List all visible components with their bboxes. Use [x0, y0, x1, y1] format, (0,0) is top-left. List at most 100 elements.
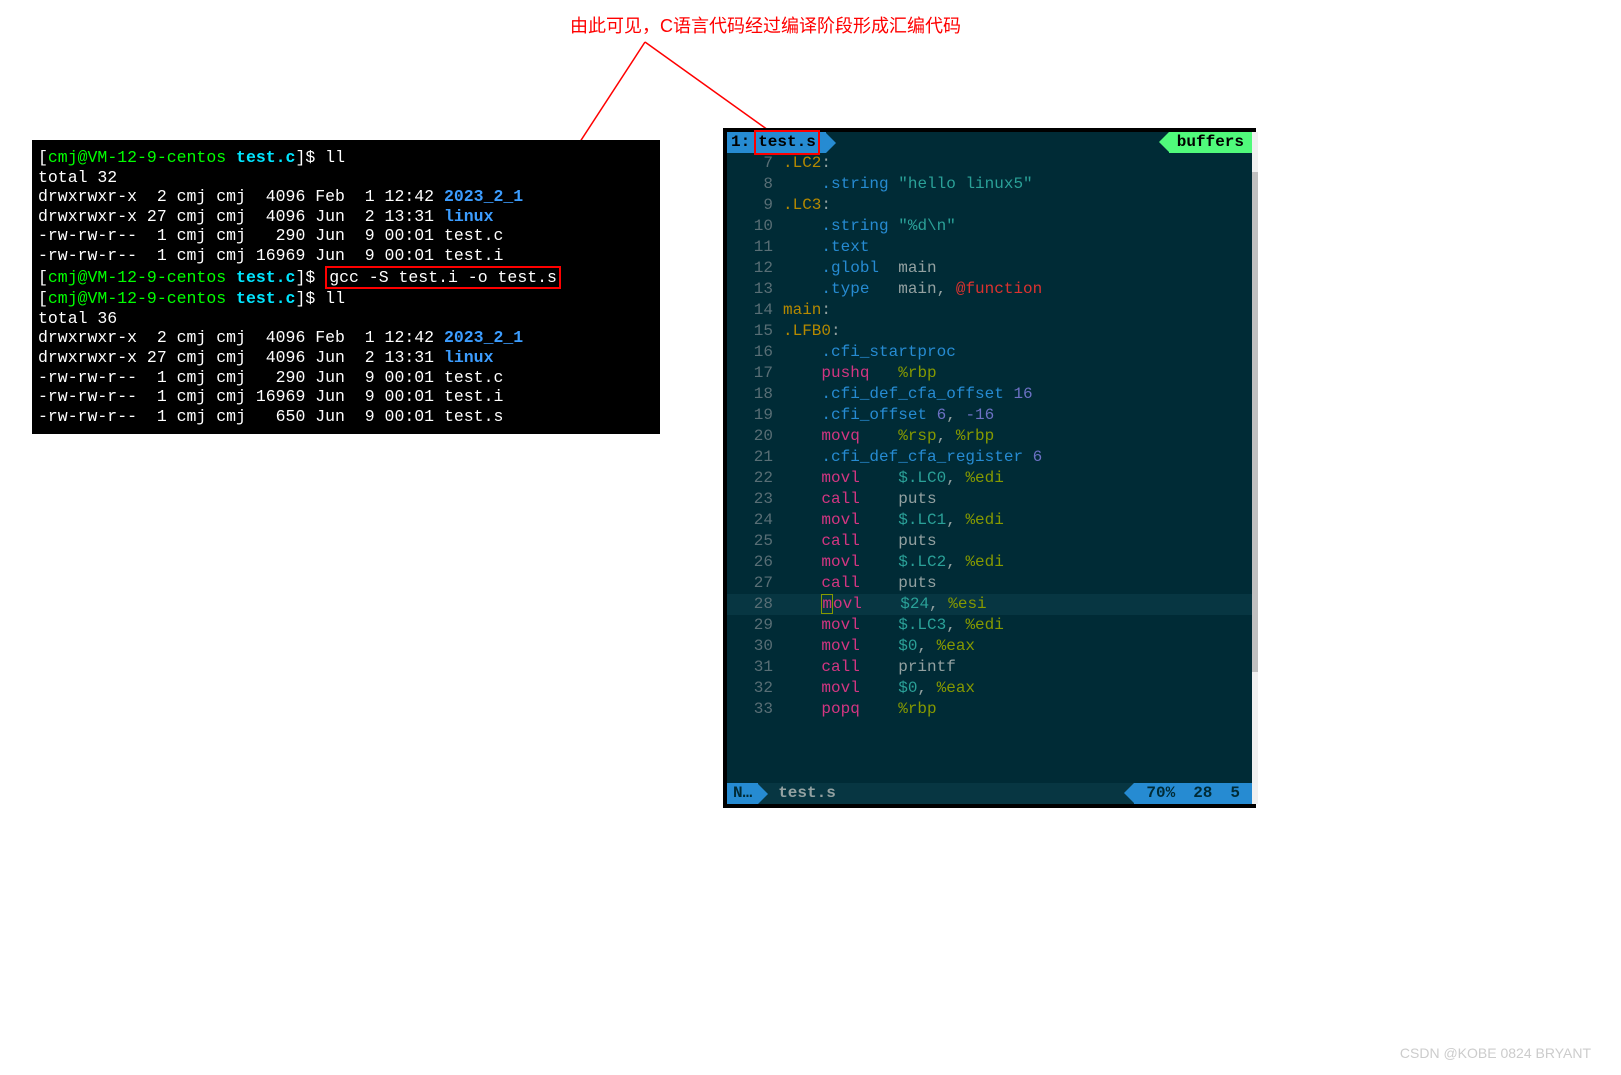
status-line: 28 [1193, 783, 1212, 804]
line-number: 13 [727, 279, 783, 300]
code-content: movl $.LC1, %edi [783, 510, 1004, 531]
code-line: 31 call printf [727, 657, 1252, 678]
code-line: 9.LC3: [727, 195, 1252, 216]
code-content: movl $24, %esi [783, 594, 987, 615]
code-content: movl $0, %eax [783, 678, 975, 699]
code-content: .string "%d\n" [783, 216, 956, 237]
code-line: 32 movl $0, %eax [727, 678, 1252, 699]
code-content: call printf [783, 657, 956, 678]
terminal-line: -rw-rw-r-- 1 cmj cmj 16969 Jun 9 00:01 t… [38, 246, 654, 266]
terminal-line: -rw-rw-r-- 1 cmj cmj 290 Jun 9 00:01 tes… [38, 368, 654, 388]
code-line: 21 .cfi_def_cfa_register 6 [727, 447, 1252, 468]
line-number: 14 [727, 300, 783, 321]
terminal-line: [cmj@VM-12-9-centos test.c]$ gcc -S test… [38, 266, 654, 290]
code-line: 26 movl $.LC2, %edi [727, 552, 1252, 573]
status-percent: 70% [1146, 783, 1175, 804]
code-content: popq %rbp [783, 699, 937, 720]
code-line: 33 popq %rbp [727, 699, 1252, 720]
tab-index: 1: [731, 132, 750, 153]
code-line: 10 .string "%d\n" [727, 216, 1252, 237]
line-number: 28 [727, 594, 783, 615]
terminal-window[interactable]: [cmj@VM-12-9-centos test.c]$ lltotal 32d… [32, 140, 660, 434]
line-number: 31 [727, 657, 783, 678]
code-content: .LC2: [783, 153, 831, 174]
code-line: 7.LC2: [727, 153, 1252, 174]
code-line: 25 call puts [727, 531, 1252, 552]
line-number: 7 [727, 153, 783, 174]
buffers-label: buffers [1169, 132, 1252, 153]
code-content: .cfi_offset 6, -16 [783, 405, 994, 426]
code-line: 14main: [727, 300, 1252, 321]
editor-active-tab[interactable]: 1: test.s [727, 132, 826, 153]
line-number: 9 [727, 195, 783, 216]
code-content: .text [783, 237, 869, 258]
line-number: 20 [727, 426, 783, 447]
code-content: main: [783, 300, 831, 321]
annotation-text: 由此可见，C语言代码经过编译阶段形成汇编代码 [570, 12, 961, 38]
status-col: 5 [1230, 783, 1240, 804]
buffers-indicator[interactable]: buffers [1159, 132, 1252, 153]
code-line: 16 .cfi_startproc [727, 342, 1252, 363]
terminal-line: [cmj@VM-12-9-centos test.c]$ ll [38, 148, 654, 168]
code-content: .LC3: [783, 195, 831, 216]
line-number: 22 [727, 468, 783, 489]
mode-arrow-icon [758, 784, 768, 804]
line-number: 12 [727, 258, 783, 279]
code-content: .globl main [783, 258, 937, 279]
line-number: 24 [727, 510, 783, 531]
code-content: movl $.LC3, %edi [783, 615, 1004, 636]
buffers-arrow-icon [1159, 132, 1169, 152]
line-number: 32 [727, 678, 783, 699]
terminal-line: -rw-rw-r-- 1 cmj cmj 650 Jun 9 00:01 tes… [38, 407, 654, 427]
line-number: 33 [727, 699, 783, 720]
editor-scrollbar[interactable] [1252, 132, 1258, 804]
line-number: 11 [727, 237, 783, 258]
editor-tab-bar: 1: test.s buffers [727, 132, 1252, 153]
code-content: .LFB0: [783, 321, 841, 342]
line-number: 15 [727, 321, 783, 342]
code-content: pushq %rbp [783, 363, 937, 384]
code-content: call puts [783, 573, 937, 594]
code-content: .type main, @function [783, 279, 1042, 300]
line-number: 16 [727, 342, 783, 363]
code-content: movq %rsp, %rbp [783, 426, 994, 447]
code-content: .cfi_startproc [783, 342, 956, 363]
line-number: 23 [727, 489, 783, 510]
terminal-line: drwxrwxr-x 27 cmj cmj 4096 Jun 2 13:31 l… [38, 207, 654, 227]
code-line: 28 movl $24, %esi [727, 594, 1252, 615]
code-content: .cfi_def_cfa_register 6 [783, 447, 1042, 468]
terminal-line: [cmj@VM-12-9-centos test.c]$ ll [38, 289, 654, 309]
code-line: 8 .string "hello linux5" [727, 174, 1252, 195]
status-arrow-icon [1124, 783, 1134, 803]
watermark: CSDN @KOBE 0824 BRYANT [1400, 1045, 1591, 1061]
scrollbar-thumb[interactable] [1252, 172, 1258, 672]
code-line: 17 pushq %rbp [727, 363, 1252, 384]
line-number: 8 [727, 174, 783, 195]
code-line: 27 call puts [727, 573, 1252, 594]
code-content: call puts [783, 489, 937, 510]
code-content: call puts [783, 531, 937, 552]
code-line: 12 .globl main [727, 258, 1252, 279]
code-area[interactable]: 7.LC2:8 .string "hello linux5"9.LC3:10 .… [727, 153, 1252, 720]
code-line: 13 .type main, @function [727, 279, 1252, 300]
terminal-line: drwxrwxr-x 2 cmj cmj 4096 Feb 1 12:42 20… [38, 187, 654, 207]
code-line: 20 movq %rsp, %rbp [727, 426, 1252, 447]
code-line: 11 .text [727, 237, 1252, 258]
editor-window[interactable]: 1: test.s buffers 7.LC2:8 .string "hello… [723, 128, 1256, 808]
code-line: 23 call puts [727, 489, 1252, 510]
tab-filename: test.s [754, 130, 820, 155]
code-line: 24 movl $.LC1, %edi [727, 510, 1252, 531]
tab-arrow-icon [826, 133, 836, 153]
line-number: 29 [727, 615, 783, 636]
terminal-line: total 32 [38, 168, 654, 188]
line-number: 18 [727, 384, 783, 405]
code-line: 15.LFB0: [727, 321, 1252, 342]
code-line: 19 .cfi_offset 6, -16 [727, 405, 1252, 426]
code-content: movl $.LC0, %edi [783, 468, 1004, 489]
code-content: movl $.LC2, %edi [783, 552, 1004, 573]
line-number: 21 [727, 447, 783, 468]
line-number: 30 [727, 636, 783, 657]
mode-indicator: N… [727, 783, 758, 804]
code-content: .cfi_def_cfa_offset 16 [783, 384, 1033, 405]
terminal-line: -rw-rw-r-- 1 cmj cmj 16969 Jun 9 00:01 t… [38, 387, 654, 407]
